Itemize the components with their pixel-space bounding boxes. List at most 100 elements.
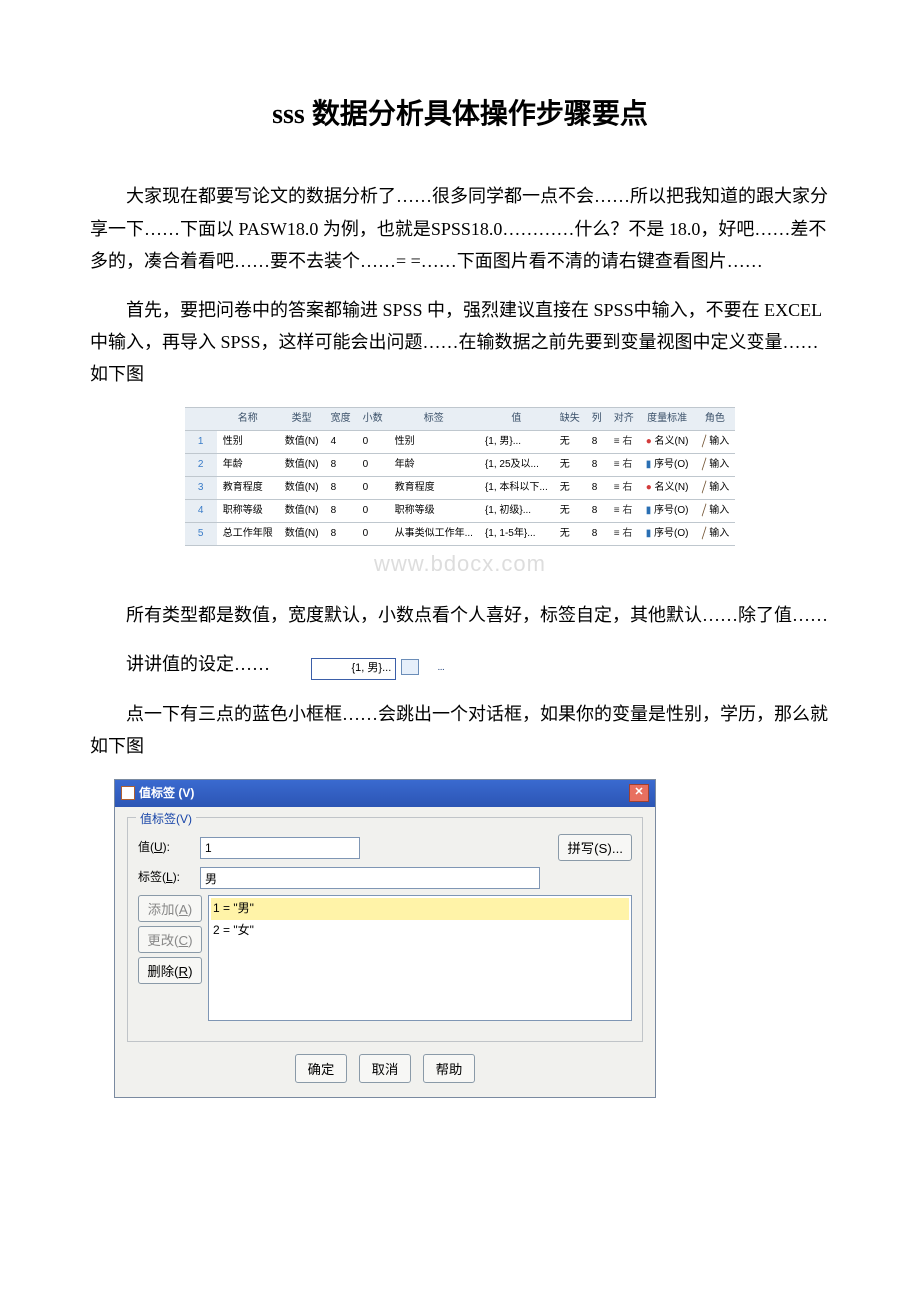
input-role-icon: ╲	[695, 479, 712, 496]
table-cell: {1, 25及以...	[479, 453, 554, 476]
table-row: 3教育程度数值(N)80教育程度{1, 本科以下...无8≡ 右● 名义(N)╲…	[185, 476, 736, 499]
header-type: 类型	[279, 407, 325, 430]
table-cell: 年龄	[217, 453, 279, 476]
table-cell-align: ≡ 右	[608, 430, 640, 453]
header-measure: 度量标准	[640, 407, 695, 430]
table-cell: 8	[586, 430, 608, 453]
header-decimals: 小数	[357, 407, 389, 430]
table-cell-role: ╲ 输入	[694, 453, 735, 476]
table-cell: {1, 1-5年}...	[479, 522, 554, 545]
delete-button[interactable]: 删除(R)	[138, 957, 202, 984]
change-button[interactable]: 更改(C)	[138, 926, 202, 953]
table-cell: 8	[325, 522, 357, 545]
list-item[interactable]: 1 = "男"	[211, 898, 629, 920]
help-button[interactable]: 帮助	[423, 1054, 476, 1083]
value-label: 值(U):	[138, 837, 194, 859]
paragraph-intro: 大家现在都要写论文的数据分析了……很多同学都一点不会……所以把我知道的跟大家分享…	[90, 180, 830, 277]
table-cell: 1	[185, 430, 217, 453]
table-cell: 0	[357, 453, 389, 476]
table-cell: 年龄	[389, 453, 479, 476]
header-values: 值	[479, 407, 554, 430]
spell-button[interactable]: 拼写(S)...	[558, 834, 632, 861]
nominal-icon: ●	[646, 482, 652, 493]
table-cell: 8	[325, 499, 357, 522]
header-align: 对齐	[608, 407, 640, 430]
table-row: 1性别数值(N)40性别{1, 男}...无8≡ 右● 名义(N)╲ 输入	[185, 430, 736, 453]
value-cell-ellipsis-button[interactable]: ...	[401, 659, 419, 675]
input-role-icon: ╲	[695, 456, 712, 473]
table-cell: 总工作年限	[217, 522, 279, 545]
value-input[interactable]	[200, 837, 360, 859]
table-cell: 0	[357, 476, 389, 499]
table-row: 5总工作年限数值(N)80从事类似工作年...{1, 1-5年}...无8≡ 右…	[185, 522, 736, 545]
page-title: sss 数据分析具体操作步骤要点	[90, 90, 830, 140]
label-input[interactable]	[200, 867, 540, 889]
value-setting-text: 讲讲值的设定……	[126, 654, 270, 674]
input-role-icon: ╲	[695, 502, 712, 519]
dialog-app-icon	[121, 786, 135, 800]
header-missing: 缺失	[554, 407, 586, 430]
table-cell: 教育程度	[389, 476, 479, 499]
table-cell: 8	[586, 476, 608, 499]
table-cell-role: ╲ 输入	[694, 476, 735, 499]
table-cell-measure: ● 名义(N)	[640, 430, 695, 453]
header-width: 宽度	[325, 407, 357, 430]
table-cell: 无	[554, 430, 586, 453]
table-cell-role: ╲ 输入	[694, 430, 735, 453]
close-icon[interactable]: ✕	[629, 784, 649, 802]
table-cell: 教育程度	[217, 476, 279, 499]
header-name: 名称	[217, 407, 279, 430]
table-cell: 从事类似工作年...	[389, 522, 479, 545]
value-cell-chip[interactable]: {1, 男}...	[311, 658, 397, 680]
table-row: 4职称等级数值(N)80职称等级{1, 初级}...无8≡ 右▮ 序号(O)╲ …	[185, 499, 736, 522]
table-cell: 数值(N)	[279, 499, 325, 522]
variable-view-table: 名称 类型 宽度 小数 标签 值 缺失 列 对齐 度量标准 角色 1性别数值(N…	[185, 407, 736, 546]
table-cell-align: ≡ 右	[608, 522, 640, 545]
list-item[interactable]: 2 = "女"	[211, 920, 629, 942]
table-cell-role: ╲ 输入	[694, 522, 735, 545]
table-cell: 8	[325, 453, 357, 476]
table-cell: {1, 初级}...	[479, 499, 554, 522]
table-cell: 0	[357, 522, 389, 545]
table-cell: 数值(N)	[279, 522, 325, 545]
table-cell: 数值(N)	[279, 453, 325, 476]
header-rownum	[185, 407, 217, 430]
table-cell: 8	[586, 499, 608, 522]
table-cell: 职称等级	[389, 499, 479, 522]
table-cell: 2	[185, 453, 217, 476]
add-button[interactable]: 添加(A)	[138, 895, 202, 922]
table-cell: {1, 男}...	[479, 430, 554, 453]
table-cell-role: ╲ 输入	[694, 499, 735, 522]
paragraph-click-instruction: 点一下有三点的蓝色小框框……会跳出一个对话框，如果你的变量是性别，学历，那么就如…	[90, 698, 830, 763]
input-role-icon: ╲	[695, 525, 712, 542]
table-cell: 职称等级	[217, 499, 279, 522]
watermark: www.bdocx.com	[90, 544, 830, 584]
dialog-titlebar: 值标签 (V) ✕	[115, 780, 655, 808]
table-cell: 4	[325, 430, 357, 453]
cancel-button[interactable]: 取消	[359, 1054, 412, 1083]
table-cell: 3	[185, 476, 217, 499]
table-row: 2年龄数值(N)80年龄{1, 25及以...无8≡ 右▮ 序号(O)╲ 输入	[185, 453, 736, 476]
value-labels-listbox[interactable]: 1 = "男" 2 = "女"	[208, 895, 632, 1021]
table-cell: 性别	[217, 430, 279, 453]
paragraph-types: 所有类型都是数值，宽度默认，小数点看个人喜好，标签自定，其他默认……除了值……	[90, 599, 830, 631]
table-cell: 4	[185, 499, 217, 522]
table-cell: 无	[554, 522, 586, 545]
table-cell: 数值(N)	[279, 476, 325, 499]
ordinal-icon: ▮	[646, 459, 652, 470]
nominal-icon: ●	[646, 436, 652, 447]
table-cell: 数值(N)	[279, 430, 325, 453]
table-cell-align: ≡ 右	[608, 476, 640, 499]
table-cell: 0	[357, 499, 389, 522]
header-columns: 列	[586, 407, 608, 430]
table-cell: 0	[357, 430, 389, 453]
value-labels-dialog: 值标签 (V) ✕ 值标签(V) 值(U): 拼写(S)... 标签(L):	[114, 779, 656, 1099]
value-labels-fieldset: 值标签(V) 值(U): 拼写(S)... 标签(L): 添加(A)	[127, 817, 643, 1042]
ok-button[interactable]: 确定	[295, 1054, 348, 1083]
ordinal-icon: ▮	[646, 528, 652, 539]
table-cell: 无	[554, 476, 586, 499]
table-cell-measure: ▮ 序号(O)	[640, 499, 695, 522]
table-cell-measure: ▮ 序号(O)	[640, 522, 695, 545]
table-cell-align: ≡ 右	[608, 453, 640, 476]
table-cell: 8	[586, 522, 608, 545]
